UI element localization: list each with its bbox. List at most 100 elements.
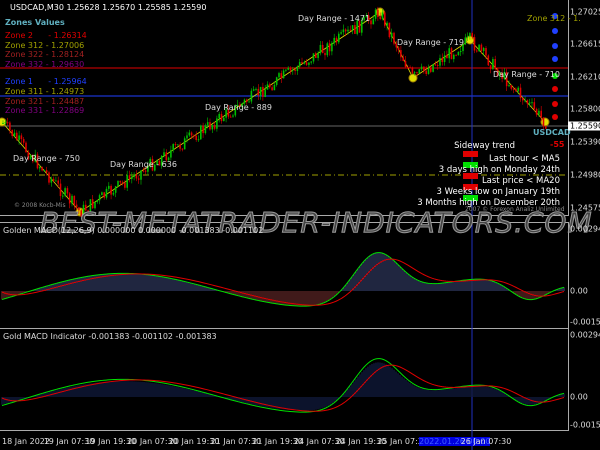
candle-body [512,88,515,90]
candle-body [259,86,262,96]
candle-body [482,48,485,52]
candle-body [459,51,462,53]
candle-body [407,67,409,69]
candle-body [443,55,446,62]
candle-body [271,87,273,91]
candle-body [220,113,223,122]
price-tick: 1.27025 [570,7,600,17]
candle-body [197,139,200,141]
zone-value: Zone 1 - 1.25964 [5,77,87,87]
price-tick: 1.24980 [570,170,600,180]
candle-body [282,70,285,79]
candle-body [469,33,471,37]
candle-body [177,144,179,146]
candle-body [137,178,140,180]
trend-text: Sideway trend [454,141,515,151]
macd2-tick: 0.00 [570,392,588,402]
candle-body [508,85,510,87]
candle-body [101,192,103,196]
zone-value: Zone 321 - 1.24487 [5,96,85,106]
candle-body [200,125,202,140]
candle-body [455,54,457,56]
zigzag-point [540,117,550,127]
day-range-label: Day Range - 750 [13,154,80,163]
candle-body [62,195,64,197]
candle-body [340,32,342,34]
candle-body [535,108,538,115]
candle-body [25,142,27,153]
info-line: Last price < MA20 [481,176,560,186]
candle-body [142,170,145,172]
candle-body [188,132,191,136]
candle-body [114,186,117,193]
signal-dot [552,101,558,107]
candle-body [480,44,483,52]
candle-body [105,188,108,198]
candle-body [206,122,209,126]
candle-body [494,58,496,69]
candle-body [66,188,69,194]
candle-body [73,195,76,205]
candle-body [43,170,46,172]
candle-body [18,135,20,140]
candle-body [174,144,177,146]
candle-body [190,132,193,136]
candle-body [20,135,23,140]
signal-box [463,151,478,157]
candle-body [119,180,122,183]
candle-body [121,182,124,184]
candle-body [324,53,326,56]
candle-body [266,84,269,90]
gold-macd-title: Gold MACD Indicator -0.001383 -0.001102 … [3,332,217,341]
candle-body [381,12,384,19]
candle-body [144,170,147,172]
candle-body [255,88,257,90]
candle-body [41,167,43,171]
candle-body [317,53,319,58]
candle-body [48,172,50,183]
candle-body [349,29,352,31]
macd-tick: -0.001589 [570,317,600,327]
day-range-label: Day Range - 889 [205,103,272,112]
candle-body [487,55,490,66]
candle-body [374,9,377,19]
candle-body [384,12,386,26]
day-range-label: Day Range - 1471 [298,14,371,23]
candle-body [172,144,174,151]
candle-body [446,55,448,59]
candle-body [515,88,517,92]
candle-body [59,183,62,197]
candle-body [519,87,522,99]
zone-value: Zone 312 - 1.27006 [5,40,85,50]
candle-body [250,90,253,102]
candle-body [354,25,356,34]
candle-body [542,117,545,127]
price-tick: 1.26615 [570,39,600,49]
candle-body [9,122,11,130]
candle-body [528,102,531,104]
candle-body [404,61,407,68]
candle-body [321,44,324,54]
candle-body [453,54,455,60]
candle-body [411,67,414,74]
candle-body [2,123,4,125]
candle-body [4,122,7,124]
candle-body [108,185,110,189]
candle-body [202,125,204,134]
chart-title: USDCAD,M30 1.25628 1.25670 1.25585 1.255… [10,3,207,12]
zones-title: Zones Values [5,18,65,27]
candle-body [128,175,131,179]
signal-dot [552,56,558,62]
candle-body [204,125,207,134]
candle-body [195,135,197,140]
candle-body [264,89,266,97]
candle-body [489,65,492,70]
candle-body [216,118,218,129]
trend-value: -55 [550,140,565,149]
macd2-tick: -0.001589 [570,420,600,430]
zone-value: Zone 311 - 1.24973 [5,87,85,96]
candle-body [386,22,388,26]
candle-body [310,61,312,63]
candle-body [133,174,135,177]
candle-body [393,32,395,44]
